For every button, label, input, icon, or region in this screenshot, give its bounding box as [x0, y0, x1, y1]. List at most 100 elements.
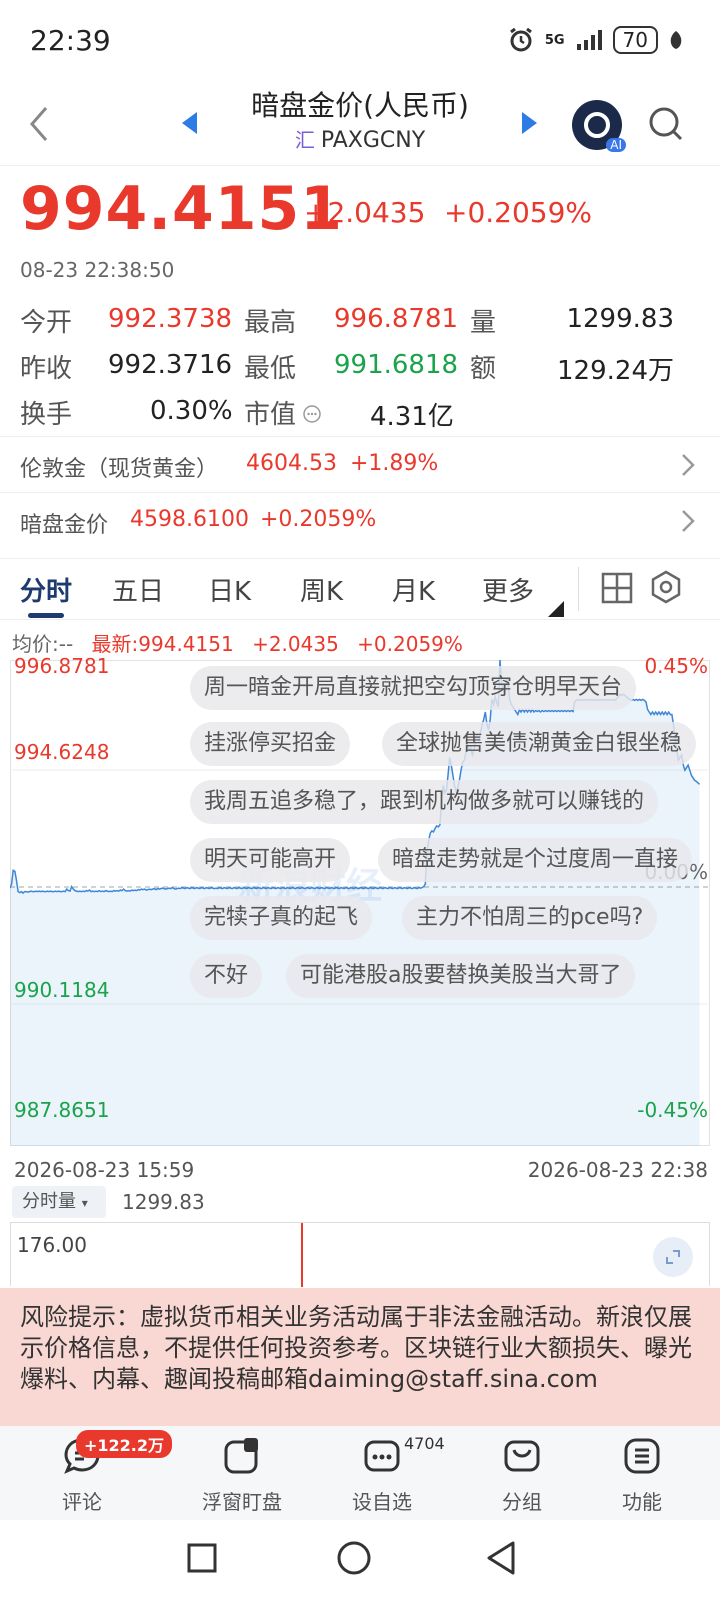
- avg-price: 均价:--: [12, 632, 74, 656]
- status-time: 22:39: [30, 24, 111, 57]
- volume-type-select[interactable]: 分时量 ▾: [12, 1186, 106, 1218]
- nav-bar: 暗盘金价(人民币) 汇 PAXGCNY AI: [0, 84, 720, 166]
- x-end-date: 2026-08-23 22:38: [527, 1158, 708, 1182]
- settings-icon[interactable]: [648, 569, 684, 605]
- high-value: 996.8781: [334, 304, 459, 334]
- functions-label: 功能: [622, 1490, 662, 1514]
- danmu-bubble[interactable]: 主力不怕周三的pce吗?: [402, 896, 658, 940]
- info-icon[interactable]: [302, 404, 322, 424]
- y-tick-high: 996.8781: [14, 654, 110, 678]
- low-label: 最低: [244, 354, 297, 384]
- more-dropdown-icon: [548, 601, 564, 617]
- danmu-bubble[interactable]: 不好: [190, 954, 263, 998]
- tab-daily-k[interactable]: 日K: [208, 571, 251, 608]
- expand-button[interactable]: [653, 1237, 693, 1277]
- folder-icon: [504, 1440, 540, 1472]
- related-row-dark-gold[interactable]: 暗盘金价 4598.6100 +0.2059%: [0, 492, 720, 548]
- risk-notice: 风险提示：虚拟货币相关业务活动属于非法金融活动。新浪仅展示价格信息，不提供任何投…: [0, 1288, 720, 1426]
- amount-value: 129.24万: [557, 356, 674, 386]
- volume-value: 1299.83: [122, 1190, 205, 1214]
- danmu-bubble[interactable]: 挂涨停买招金: [190, 722, 351, 766]
- volume-value: 1299.83: [566, 304, 674, 334]
- volume-chart: 176.00: [10, 1222, 710, 1287]
- related-label: 暗盘金价: [20, 513, 109, 538]
- danmu-bubble[interactable]: 暗盘走势就是个过度周一直接: [378, 838, 693, 882]
- mcap-value: 4.31亿: [370, 402, 454, 432]
- danmu-bubble[interactable]: 周一暗金开局直接就把空勾顶穿仓明早天台: [190, 666, 637, 710]
- next-symbol-button[interactable]: [522, 112, 537, 134]
- comments-badge: +122.2万: [76, 1430, 173, 1458]
- tab-more[interactable]: 更多: [482, 571, 534, 608]
- bottom-bar: +122.2万 评论 浮窗盯盘 设自选 4704 分组 功能: [0, 1426, 720, 1520]
- ai-assistant-button[interactable]: AI: [572, 100, 626, 152]
- open-value: 992.3738: [108, 304, 233, 334]
- chart-tabs: 分时 五日 日K 周K 月K 更多: [0, 558, 720, 620]
- grid-layout-icon[interactable]: [600, 571, 634, 605]
- battery-indicator: 70: [612, 26, 658, 54]
- alarm-icon: [509, 27, 532, 52]
- related-label: 伦敦金（现货黄金）: [20, 457, 219, 482]
- related-value: 4598.6100: [130, 507, 249, 532]
- dropdown-arrow-icon: ▾: [81, 1196, 88, 1210]
- quote-timestamp: 08-23 22:38:50: [20, 258, 175, 282]
- danmu-bubble[interactable]: 我周五追多稳了，跟到机构做多就可以赚钱的: [190, 780, 659, 824]
- chevron-right-icon: [682, 454, 695, 476]
- home-icon[interactable]: [336, 1540, 372, 1576]
- amount-label: 额: [470, 354, 497, 384]
- mcap-label: 市值: [244, 400, 297, 430]
- x-start-date: 2026-08-23 15:59: [14, 1158, 195, 1182]
- tab-5day[interactable]: 五日: [112, 571, 164, 608]
- chevron-right-icon: [682, 510, 695, 532]
- price-change: +2.0435: [304, 196, 426, 229]
- float-window-icon: [224, 1438, 258, 1474]
- leaf-icon: [670, 31, 682, 49]
- watchlist-label: 设自选: [352, 1490, 412, 1514]
- y-tick-pct-low: -0.45%: [637, 1098, 708, 1122]
- status-icons: 5G 70: [507, 26, 684, 54]
- turnover-value: 0.30%: [150, 396, 233, 426]
- watchlist-icon: [364, 1440, 400, 1472]
- ai-badge: AI: [606, 138, 626, 152]
- search-icon[interactable]: [646, 104, 686, 144]
- chart-header: 均价:-- 最新:994.4151 +2.0435 +0.2059%: [12, 628, 475, 657]
- related-row-london-gold[interactable]: 伦敦金（现货黄金） 4604.53 +1.89%: [0, 436, 720, 492]
- related-change: +1.89%: [350, 451, 439, 476]
- recent-apps-icon[interactable]: [186, 1542, 218, 1574]
- volume-bar: [301, 1223, 303, 1287]
- back-nav-icon[interactable]: [484, 1540, 518, 1576]
- expand-icon: [666, 1250, 680, 1264]
- price-change-pct: +0.2059%: [444, 196, 593, 229]
- open-label: 今开: [20, 308, 73, 338]
- status-bar: 22:39 5G 70: [0, 0, 720, 84]
- y-tick-low: 987.8651: [14, 1098, 110, 1122]
- watchlist-count: 4704: [404, 1434, 445, 1453]
- intraday-chart[interactable]: 新浪财经 996.8781 994.6248 990.1184 987.8651…: [10, 654, 710, 1146]
- latest-price: 最新:994.4151: [91, 632, 234, 656]
- danmu-bubble[interactable]: 全球抛售美债潮黄金白银坐稳: [382, 722, 697, 766]
- float-watch-label: 浮窗盯盘: [202, 1490, 282, 1514]
- tab-divider: [578, 567, 579, 611]
- comments-label: 评论: [62, 1490, 102, 1514]
- y-tick-lower: 990.1184: [14, 978, 110, 1002]
- system-nav-bar: [0, 1520, 720, 1604]
- signal-icon: [576, 30, 602, 50]
- turnover-label: 换手: [20, 400, 73, 430]
- tab-monthly-k[interactable]: 月K: [392, 571, 435, 608]
- tab-weekly-k[interactable]: 周K: [300, 571, 343, 608]
- latest-change-pct: +0.2059%: [357, 632, 463, 656]
- current-price: 994.4151: [20, 174, 344, 244]
- fx-icon: 汇: [294, 128, 315, 152]
- tab-indicator: [28, 613, 64, 618]
- volume-max: 176.00: [17, 1233, 87, 1257]
- tab-intraday[interactable]: 分时: [20, 571, 72, 608]
- related-change: +0.2059%: [260, 507, 377, 532]
- danmu-bubble[interactable]: 完犊子真的起飞: [190, 896, 373, 940]
- stats-grid: 今开 992.3738 最高 996.8781 量 1299.83 昨收 992…: [0, 300, 720, 440]
- danmu-bubble[interactable]: 明天可能高开: [190, 838, 351, 882]
- volume-label: 量: [470, 308, 497, 338]
- danmu-bubble[interactable]: 可能港股a股要替换美股当大哥了: [286, 954, 636, 998]
- volume-type-label: 分时量: [22, 1191, 76, 1212]
- low-value: 991.6818: [334, 350, 459, 380]
- prev-close-value: 992.3716: [108, 350, 233, 380]
- menu-icon: [624, 1438, 660, 1474]
